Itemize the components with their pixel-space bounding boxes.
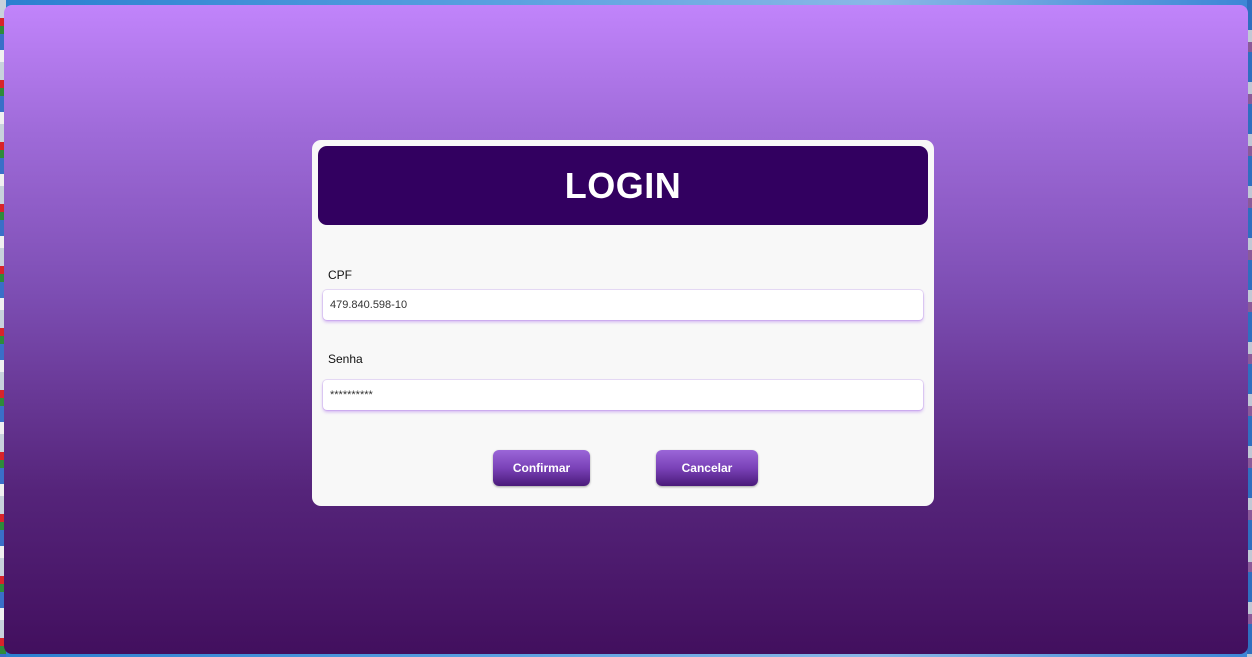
login-title: LOGIN bbox=[564, 164, 682, 206]
senha-label: Senha bbox=[328, 352, 363, 366]
cancel-button[interactable]: Cancelar bbox=[656, 450, 758, 486]
app-window: LOGIN CPF Senha Confirmar Cancelar bbox=[4, 5, 1248, 654]
cpf-label: CPF bbox=[328, 268, 352, 282]
cpf-input[interactable] bbox=[323, 290, 923, 320]
senha-input[interactable] bbox=[323, 380, 923, 410]
login-header: LOGIN bbox=[318, 146, 928, 225]
confirm-button[interactable]: Confirmar bbox=[493, 450, 590, 486]
login-card: LOGIN CPF Senha Confirmar Cancelar bbox=[312, 140, 934, 506]
